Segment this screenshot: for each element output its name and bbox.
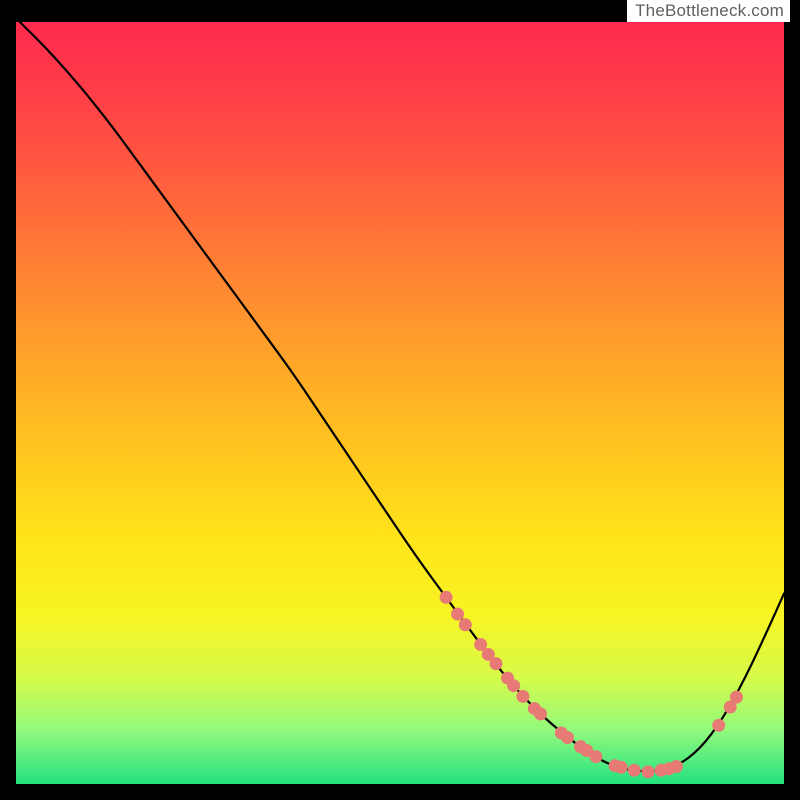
chart-frame: TheBottleneck.com xyxy=(0,0,800,800)
curve-marker xyxy=(628,764,640,776)
curve-marker xyxy=(590,751,602,763)
curve-marker xyxy=(615,761,627,773)
bottleneck-curve-svg xyxy=(16,22,784,784)
curve-marker xyxy=(713,719,725,731)
curve-marker xyxy=(490,658,502,670)
curve-marker xyxy=(459,619,471,631)
curve-marker xyxy=(730,691,742,703)
curve-marker xyxy=(642,766,654,778)
curve-marker xyxy=(561,732,573,744)
curve-marker xyxy=(508,680,520,692)
curve-marker xyxy=(475,639,487,651)
plot-area xyxy=(16,22,784,784)
curve-marker xyxy=(452,608,464,620)
curve-marker xyxy=(517,690,529,702)
curve-marker xyxy=(440,591,452,603)
watermark-label: TheBottleneck.com xyxy=(627,0,790,22)
curve-marker xyxy=(670,760,682,772)
curve-marker xyxy=(535,708,547,720)
bottleneck-curve-path xyxy=(20,22,784,771)
